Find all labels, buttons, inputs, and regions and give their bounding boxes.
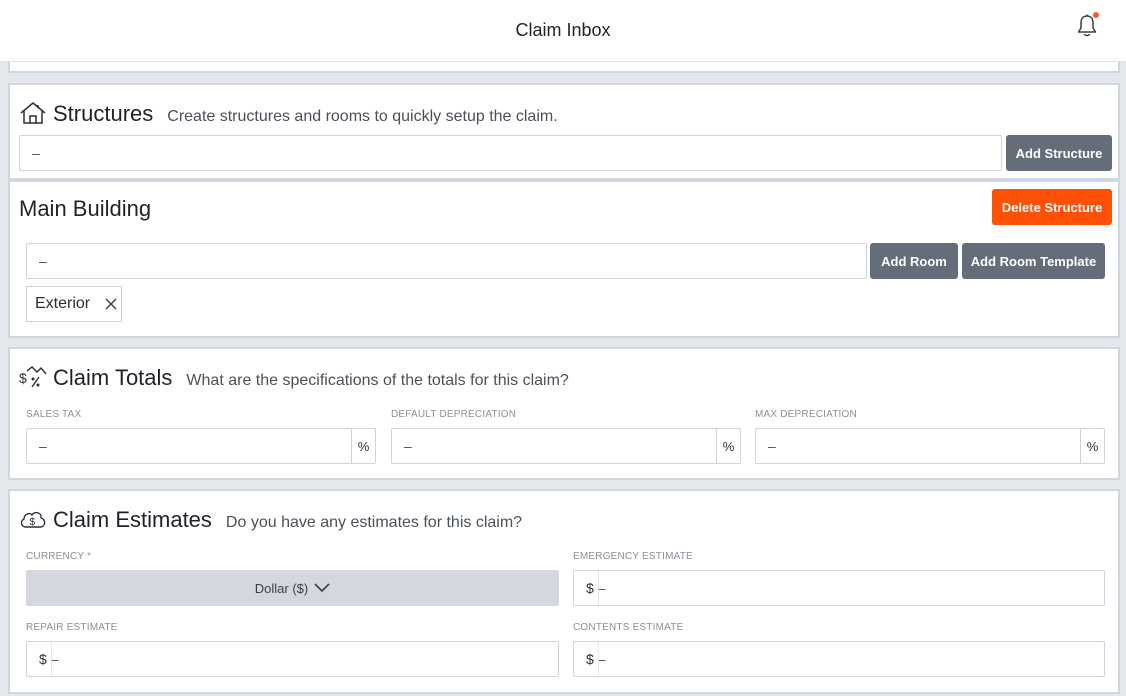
max-depreciation-label: MAX DEPRECIATION [755,409,857,420]
repair-estimate-input[interactable]: $ – [26,641,559,677]
repair-estimate-label: REPAIR ESTIMATE [26,622,118,633]
house-icon [20,102,46,124]
default-depreciation-value: – [404,438,412,454]
default-depreciation-label: DEFAULT DEPRECIATION [391,409,517,420]
structures-title: Structures [53,101,154,126]
emergency-estimate-input[interactable]: $ – [573,570,1105,606]
claim-estimates-section: $ Claim Estimates Do you have any estima… [8,489,1120,694]
svg-text:$: $ [19,370,27,386]
claim-totals-subtitle: What are the specifications of the total… [186,372,569,389]
contents-estimate-label: CONTENTS ESTIMATE [573,622,684,633]
default-depreciation-input[interactable]: – % [391,428,741,464]
structure-main-building: Main Building Delete Structure – Add Roo… [8,180,1120,338]
max-depreciation-suffix: % [1080,429,1104,463]
structures-subtitle: Create structures and rooms to quickly s… [167,108,558,125]
room-name-input[interactable]: – [26,243,867,279]
repair-currency-symbol: $ [39,651,47,667]
claim-totals-title: Claim Totals [53,365,173,390]
max-depreciation-input[interactable]: – % [755,428,1105,464]
structure-name: Main Building [19,196,152,221]
sales-tax-input[interactable]: – % [26,428,376,464]
sales-tax-suffix: % [351,429,375,463]
structure-name-value: – [32,145,40,161]
svg-text:$: $ [30,517,36,528]
notifications-button[interactable] [1074,12,1100,39]
currency-value: Dollar ($) [254,580,309,596]
notification-dot [1093,12,1099,18]
delete-structure-button[interactable]: Delete Structure [992,189,1112,225]
claim-estimates-header: $ Claim Estimates Do you have any estima… [19,503,522,533]
room-chip-label: Exterior [35,295,91,312]
claim-estimates-title: Claim Estimates [53,507,212,532]
structures-section: Structures Create structures and rooms t… [8,83,1120,180]
cloud-dollar-icon: $ [20,511,46,528]
emergency-estimate-label: EMERGENCY ESTIMATE [573,551,693,562]
room-name-value: – [39,253,47,269]
money-tag-icon: $ [19,366,47,388]
contents-estimate-input[interactable]: $ – [573,641,1105,677]
default-depreciation-suffix: % [716,429,740,463]
claim-estimates-subtitle: Do you have any estimates for this claim… [225,514,523,531]
contents-currency-symbol: $ [586,651,594,667]
sales-tax-value: – [39,438,47,454]
add-room-button[interactable]: Add Room [870,243,958,279]
structure-name-input[interactable]: – [19,135,1002,171]
close-icon[interactable] [104,297,118,311]
claim-totals-section: $ Claim Totals What are the specificatio… [8,347,1120,480]
max-depreciation-value: – [768,438,776,454]
claim-totals-header: $ Claim Totals What are the specificatio… [19,361,569,391]
chevron-down-icon [314,583,330,593]
room-chip: Exterior [26,286,122,322]
structures-header: Structures Create structures and rooms t… [19,97,558,127]
sales-tax-label: SALES TAX [26,409,82,420]
page-title: Claim Inbox [515,20,611,40]
emergency-currency-symbol: $ [586,580,594,596]
add-structure-button[interactable]: Add Structure [1006,135,1112,171]
top-bar: Claim Inbox [0,0,1126,62]
currency-label: CURRENCY * [26,551,92,562]
add-room-template-button[interactable]: Add Room Template [962,243,1105,279]
currency-select[interactable]: Dollar ($) [26,570,559,606]
